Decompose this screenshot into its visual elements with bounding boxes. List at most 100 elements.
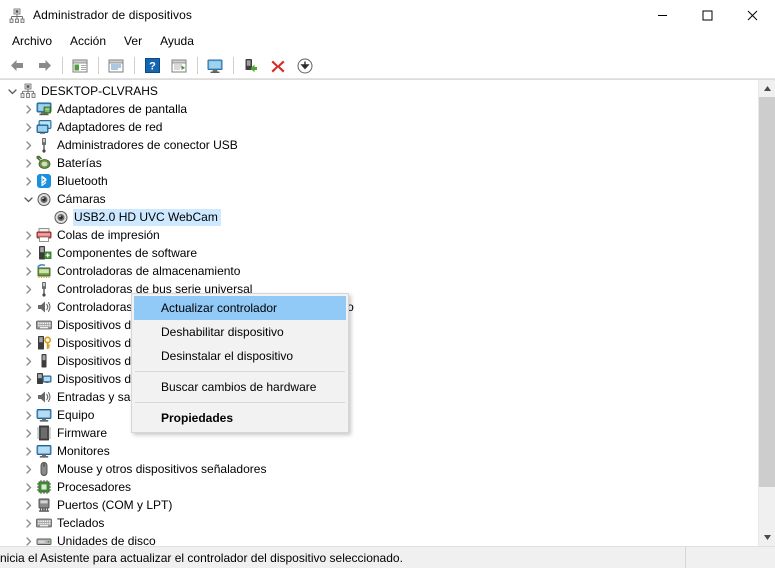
- device-tree[interactable]: DESKTOP-CLVRAHS Adaptadores de pantalla Ad…: [0, 80, 758, 546]
- chevron-right-icon[interactable]: [20, 263, 36, 279]
- tree-item[interactable]: Equipo: [0, 406, 758, 424]
- chevron-right-icon[interactable]: [20, 317, 36, 333]
- scrollbar-thumb[interactable]: [759, 97, 775, 487]
- window-controls: [640, 0, 775, 30]
- uninstall-device-icon[interactable]: [265, 55, 291, 77]
- vertical-scrollbar[interactable]: [758, 80, 775, 546]
- tree-item[interactable]: Dispositivos del sistema: [0, 370, 758, 388]
- tree-item-label: Componentes de software: [57, 245, 198, 260]
- properties-icon[interactable]: [103, 55, 129, 77]
- chevron-right-icon[interactable]: [20, 389, 36, 405]
- window-title: Administrador de dispositivos: [33, 8, 192, 22]
- tree-item[interactable]: Colas de impresión: [0, 226, 758, 244]
- ctx-deshabilitar-dispositivo[interactable]: Deshabilitar dispositivo: [134, 320, 346, 344]
- chevron-right-icon[interactable]: [20, 443, 36, 459]
- device-manager-icon: [9, 8, 25, 24]
- install-legacy-hardware-icon[interactable]: [292, 55, 318, 77]
- menu-archivo[interactable]: Archivo: [3, 31, 61, 52]
- tree-item[interactable]: Administradores de conector USB: [0, 136, 758, 154]
- tree-item[interactable]: Controladoras de almacenamiento: [0, 262, 758, 280]
- tree-item[interactable]: Dispositivos de software: [0, 352, 758, 370]
- chevron-right-icon[interactable]: [20, 155, 36, 171]
- chevron-right-icon[interactable]: [20, 497, 36, 513]
- chevron-right-icon[interactable]: [20, 137, 36, 153]
- tree-item[interactable]: Cámaras: [0, 190, 758, 208]
- mouse-icon: [36, 461, 52, 477]
- tree-item[interactable]: DESKTOP-CLVRAHS: [0, 82, 758, 100]
- menu-bar: Archivo Acción Ver Ayuda: [0, 30, 775, 53]
- scroll-down-button[interactable]: [759, 529, 775, 546]
- scroll-up-button[interactable]: [759, 80, 775, 97]
- tree-item[interactable]: Entradas y salidas de audio: [0, 388, 758, 406]
- context-menu-separator: [135, 371, 345, 372]
- ctx-desinstalar-dispositivo[interactable]: Desinstalar el dispositivo: [134, 344, 346, 368]
- tree-item[interactable]: Unidades de disco: [0, 532, 758, 546]
- port-icon: [36, 497, 52, 513]
- sound-controller-icon: [36, 299, 52, 315]
- chevron-right-icon[interactable]: [20, 533, 36, 546]
- help-icon[interactable]: ?: [139, 55, 165, 77]
- toolbar-separator: [98, 57, 99, 74]
- maximize-button[interactable]: [685, 0, 730, 30]
- chevron-right-icon[interactable]: [20, 101, 36, 117]
- chevron-right-icon[interactable]: [20, 119, 36, 135]
- tree-item[interactable]: Puertos (COM y LPT): [0, 496, 758, 514]
- software-component-icon: [36, 245, 52, 261]
- tree-item[interactable]: Adaptadores de pantalla: [0, 100, 758, 118]
- tree-item[interactable]: Dispositivos de interfaz de usuario: [0, 316, 758, 334]
- chevron-right-icon[interactable]: [20, 461, 36, 477]
- chevron-right-icon[interactable]: [20, 245, 36, 261]
- disk-drive-icon: [36, 533, 52, 546]
- context-menu[interactable]: Actualizar controlador Deshabilitar dispo…: [131, 293, 349, 433]
- monitor-icon: [36, 443, 52, 459]
- tree-item[interactable]: Adaptadores de red: [0, 118, 758, 136]
- chevron-right-icon[interactable]: [20, 515, 36, 531]
- tree-item[interactable]: USB2.0 HD UVC WebCam: [0, 208, 758, 226]
- update-driver-icon[interactable]: [166, 55, 192, 77]
- chevron-right-icon[interactable]: [20, 407, 36, 423]
- tree-item[interactable]: Componentes de software: [0, 244, 758, 262]
- tree-item[interactable]: Controladoras de bus serie universal: [0, 280, 758, 298]
- enable-device-icon[interactable]: [238, 55, 264, 77]
- tree-item[interactable]: Monitores: [0, 442, 758, 460]
- chevron-down-icon[interactable]: [20, 191, 36, 207]
- tree-item[interactable]: Mouse y otros dispositivos señaladores: [0, 460, 758, 478]
- status-pane-secondary: [686, 547, 775, 568]
- chevron-right-icon[interactable]: [20, 479, 36, 495]
- chevron-right-icon[interactable]: [20, 173, 36, 189]
- scrollbar-track[interactable]: [759, 97, 775, 529]
- chevron-right-icon[interactable]: [20, 371, 36, 387]
- tree-item[interactable]: Baterías: [0, 154, 758, 172]
- chevron-right-icon[interactable]: [20, 227, 36, 243]
- tree-item[interactable]: Firmware: [0, 424, 758, 442]
- ctx-buscar-cambios-hardware[interactable]: Buscar cambios de hardware: [134, 375, 346, 399]
- toolbar-separator: [62, 57, 63, 74]
- chevron-right-icon[interactable]: [20, 353, 36, 369]
- chevron-right-icon[interactable]: [20, 425, 36, 441]
- chevron-right-icon[interactable]: [20, 335, 36, 351]
- back-arrow-icon[interactable]: [4, 55, 30, 77]
- chevron-right-icon[interactable]: [20, 299, 36, 315]
- close-button[interactable]: [730, 0, 775, 30]
- menu-accion[interactable]: Acción: [61, 31, 115, 52]
- tree-item[interactable]: Controladoras de sonido y vídeo y dispos…: [0, 298, 758, 316]
- tree-item[interactable]: Teclados: [0, 514, 758, 532]
- menu-ver[interactable]: Ver: [115, 31, 151, 52]
- ctx-actualizar-controlador[interactable]: Actualizar controlador: [134, 296, 346, 320]
- chevron-right-icon[interactable]: [20, 281, 36, 297]
- tree-item[interactable]: Procesadores: [0, 478, 758, 496]
- ctx-propiedades[interactable]: Propiedades: [134, 406, 346, 430]
- scan-hardware-changes-icon[interactable]: [202, 55, 228, 77]
- show-hide-console-tree-icon[interactable]: [67, 55, 93, 77]
- bluetooth-icon: [36, 173, 52, 189]
- tree-item[interactable]: Dispositivos de seguridad: [0, 334, 758, 352]
- chevron-right-icon[interactable]: [37, 209, 53, 225]
- forward-arrow-icon[interactable]: [31, 55, 57, 77]
- audio-io-icon: [36, 389, 52, 405]
- processor-icon: [36, 479, 52, 495]
- chevron-down-icon[interactable]: [4, 83, 20, 99]
- tree-item[interactable]: Bluetooth: [0, 172, 758, 190]
- computer-icon: [20, 83, 36, 99]
- minimize-button[interactable]: [640, 0, 685, 30]
- menu-ayuda[interactable]: Ayuda: [151, 31, 203, 52]
